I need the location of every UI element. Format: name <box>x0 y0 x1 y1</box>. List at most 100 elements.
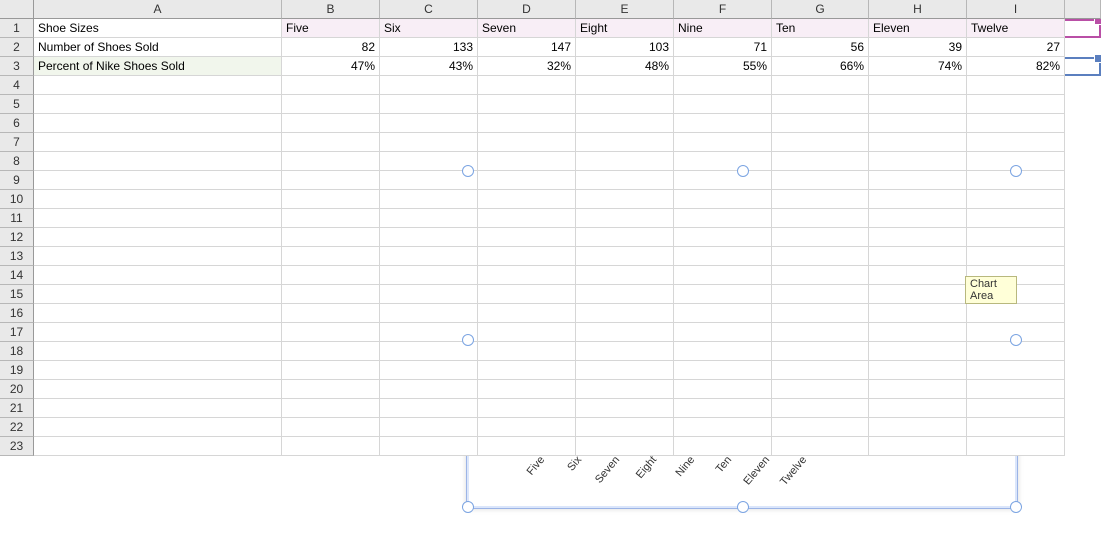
row-header-10[interactable]: 10 <box>0 190 34 209</box>
cell-F17[interactable] <box>674 323 772 342</box>
cell-H1[interactable]: Eleven <box>869 19 967 38</box>
cell-B4[interactable] <box>282 76 380 95</box>
cell-I3[interactable]: 82% <box>967 57 1065 76</box>
cell-I5[interactable] <box>967 95 1065 114</box>
cell-C4[interactable] <box>380 76 478 95</box>
cell-G17[interactable] <box>772 323 869 342</box>
cell-I2[interactable]: 27 <box>967 38 1065 57</box>
cell-A6[interactable] <box>34 114 282 133</box>
cell-D11[interactable] <box>478 209 576 228</box>
cell-C21[interactable] <box>380 399 478 418</box>
cell-H18[interactable] <box>869 342 967 361</box>
cell-F5[interactable] <box>674 95 772 114</box>
row-header-6[interactable]: 6 <box>0 114 34 133</box>
cell-H4[interactable] <box>869 76 967 95</box>
cell-G8[interactable] <box>772 152 869 171</box>
row-header-20[interactable]: 20 <box>0 380 34 399</box>
cell-C14[interactable] <box>380 266 478 285</box>
row-header-15[interactable]: 15 <box>0 285 34 304</box>
cell-G6[interactable] <box>772 114 869 133</box>
cell-I1[interactable]: Twelve <box>967 19 1065 38</box>
resize-handle-n[interactable] <box>737 165 749 177</box>
cell-G9[interactable] <box>772 171 869 190</box>
resize-handle-ne[interactable] <box>1010 165 1022 177</box>
row-header-22[interactable]: 22 <box>0 418 34 437</box>
cell-E4[interactable] <box>576 76 674 95</box>
col-header-B[interactable]: B <box>282 0 380 19</box>
cell-E18[interactable] <box>576 342 674 361</box>
cell-E22[interactable] <box>576 418 674 437</box>
cell-A14[interactable] <box>34 266 282 285</box>
cell-E7[interactable] <box>576 133 674 152</box>
cell-B23[interactable] <box>282 437 380 456</box>
cell-D20[interactable] <box>478 380 576 399</box>
cell-F1[interactable]: Nine <box>674 19 772 38</box>
cell-D1[interactable]: Seven <box>478 19 576 38</box>
cell-B9[interactable] <box>282 171 380 190</box>
cell-E13[interactable] <box>576 247 674 266</box>
cell-E9[interactable] <box>576 171 674 190</box>
cell-F2[interactable]: 71 <box>674 38 772 57</box>
cell-I19[interactable] <box>967 361 1065 380</box>
row-header-4[interactable]: 4 <box>0 76 34 95</box>
cell-E3[interactable]: 48% <box>576 57 674 76</box>
cell-A4[interactable] <box>34 76 282 95</box>
cell-F13[interactable] <box>674 247 772 266</box>
cell-E19[interactable] <box>576 361 674 380</box>
cell-D5[interactable] <box>478 95 576 114</box>
col-header-C[interactable]: C <box>380 0 478 19</box>
resize-handle-e[interactable] <box>1010 334 1022 346</box>
cell-E5[interactable] <box>576 95 674 114</box>
row-header-8[interactable]: 8 <box>0 152 34 171</box>
cell-A21[interactable] <box>34 399 282 418</box>
cell-F14[interactable] <box>674 266 772 285</box>
row-header-1[interactable]: 1 <box>0 19 34 38</box>
cell-F10[interactable] <box>674 190 772 209</box>
cell-C15[interactable] <box>380 285 478 304</box>
cell-B6[interactable] <box>282 114 380 133</box>
cell-B5[interactable] <box>282 95 380 114</box>
cell-D21[interactable] <box>478 399 576 418</box>
cell-F8[interactable] <box>674 152 772 171</box>
cell-A22[interactable] <box>34 418 282 437</box>
cell-D6[interactable] <box>478 114 576 133</box>
cell-H5[interactable] <box>869 95 967 114</box>
cell-B2[interactable]: 82 <box>282 38 380 57</box>
cell-I22[interactable] <box>967 418 1065 437</box>
cell-H7[interactable] <box>869 133 967 152</box>
cell-C6[interactable] <box>380 114 478 133</box>
cell-E15[interactable] <box>576 285 674 304</box>
cell-H19[interactable] <box>869 361 967 380</box>
cell-G19[interactable] <box>772 361 869 380</box>
cell-C22[interactable] <box>380 418 478 437</box>
cell-E11[interactable] <box>576 209 674 228</box>
cell-G10[interactable] <box>772 190 869 209</box>
row-header-14[interactable]: 14 <box>0 266 34 285</box>
cell-D14[interactable] <box>478 266 576 285</box>
cell-G11[interactable] <box>772 209 869 228</box>
cell-H23[interactable] <box>869 437 967 456</box>
cell-A8[interactable] <box>34 152 282 171</box>
cell-F4[interactable] <box>674 76 772 95</box>
cell-E2[interactable]: 103 <box>576 38 674 57</box>
cell-H6[interactable] <box>869 114 967 133</box>
cell-H17[interactable] <box>869 323 967 342</box>
cell-B8[interactable] <box>282 152 380 171</box>
cell-G12[interactable] <box>772 228 869 247</box>
cell-B11[interactable] <box>282 209 380 228</box>
cell-D19[interactable] <box>478 361 576 380</box>
cell-H3[interactable]: 74% <box>869 57 967 76</box>
cell-B13[interactable] <box>282 247 380 266</box>
cell-G3[interactable]: 66% <box>772 57 869 76</box>
cell-E21[interactable] <box>576 399 674 418</box>
resize-handle-se[interactable] <box>1010 501 1022 513</box>
resize-handle-sw[interactable] <box>462 501 474 513</box>
cell-D17[interactable] <box>478 323 576 342</box>
cell-B10[interactable] <box>282 190 380 209</box>
cell-E16[interactable] <box>576 304 674 323</box>
cell-H10[interactable] <box>869 190 967 209</box>
cell-D16[interactable] <box>478 304 576 323</box>
cell-B21[interactable] <box>282 399 380 418</box>
cell-G1[interactable]: Ten <box>772 19 869 38</box>
cell-C13[interactable] <box>380 247 478 266</box>
